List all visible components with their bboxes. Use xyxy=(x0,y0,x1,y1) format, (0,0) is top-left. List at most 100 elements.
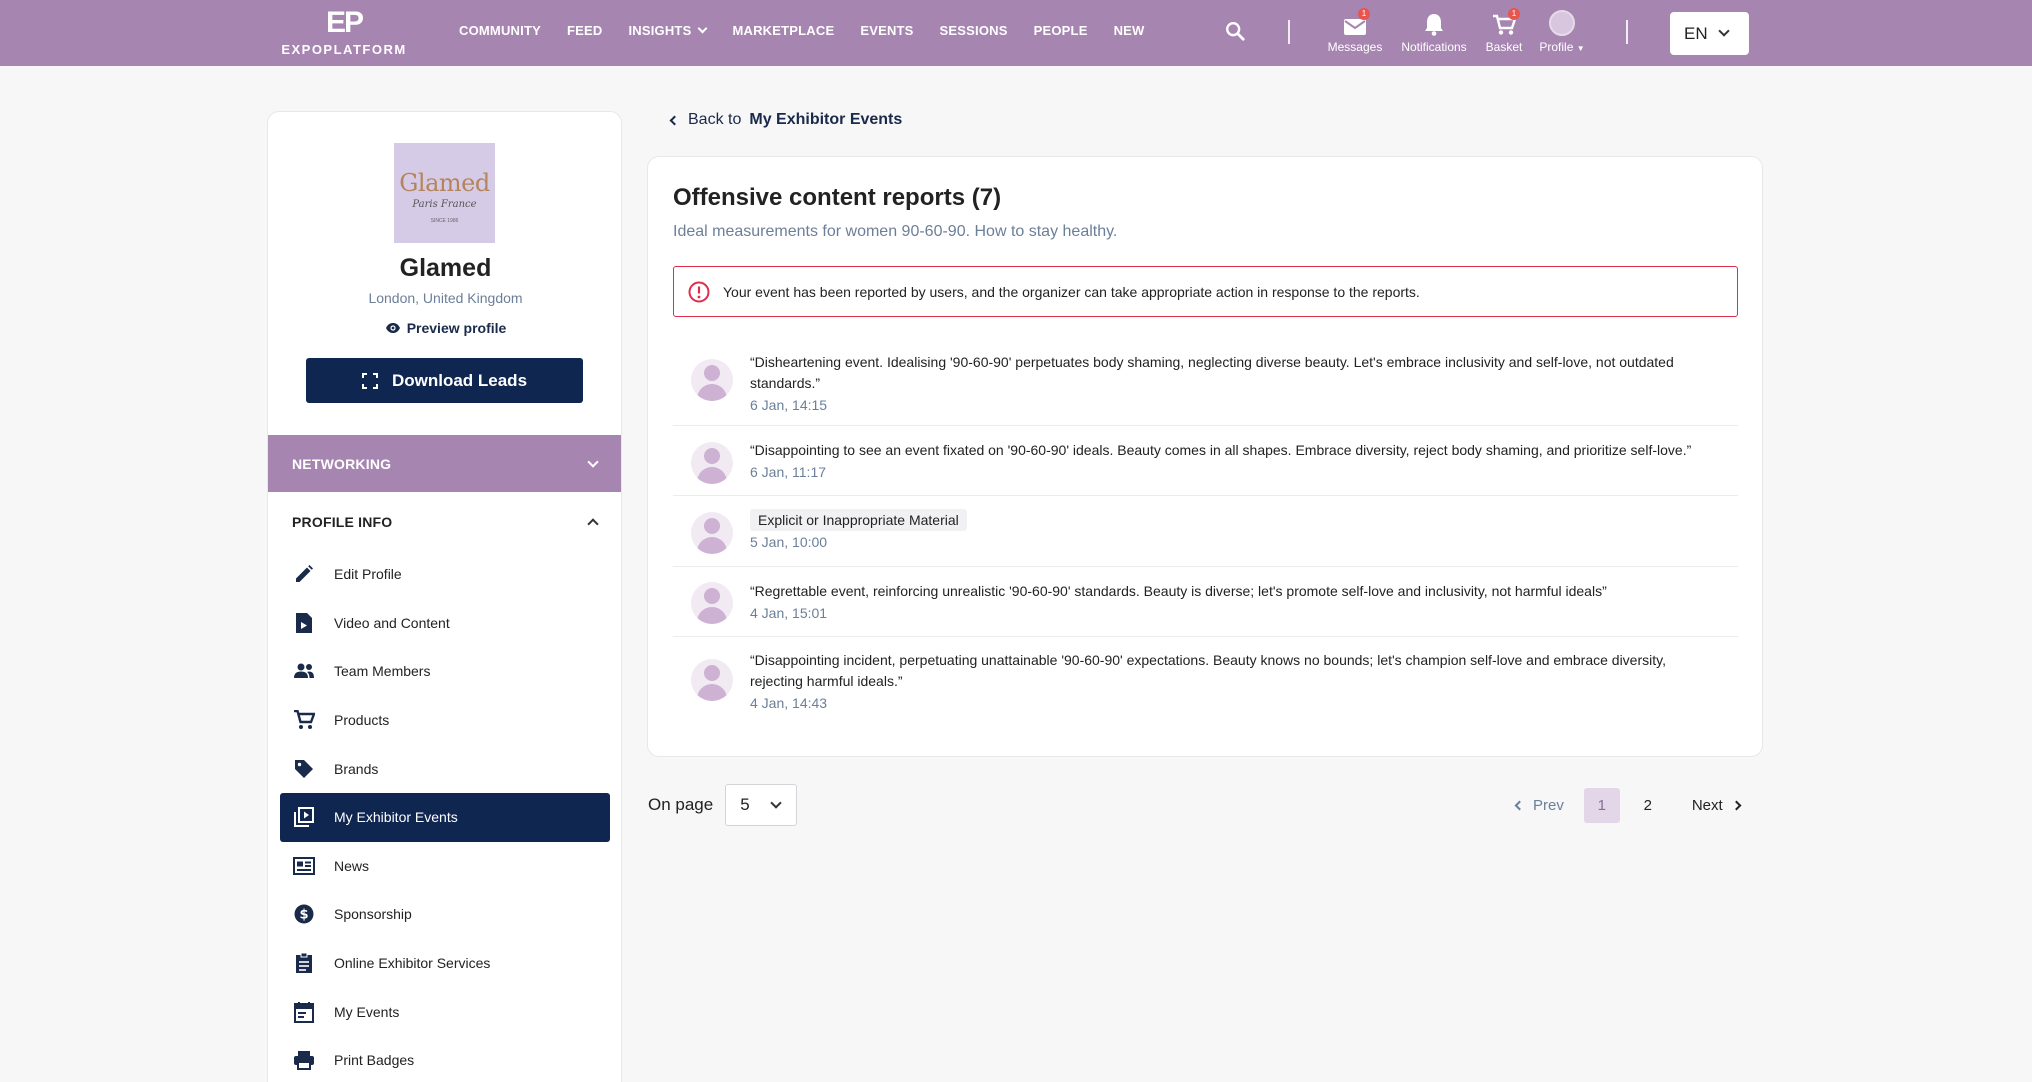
back-link[interactable]: Back to My Exhibitor Events xyxy=(669,111,903,129)
sidebar-item-team-members[interactable]: Team Members xyxy=(280,647,610,696)
sidebar-item-my-exhibitor-events[interactable]: My Exhibitor Events xyxy=(280,792,610,842)
report-date: 6 Jan, 11:17 xyxy=(750,464,827,480)
video-file-icon xyxy=(293,612,315,634)
nav-insights[interactable]: INSIGHTS xyxy=(628,22,708,38)
logo-script: Paris France xyxy=(412,199,477,210)
download-leads-button[interactable]: Download Leads xyxy=(306,358,583,403)
report-date: 4 Jan, 14:43 xyxy=(750,695,828,711)
report-text: “Disheartening event. Idealising '90-60-… xyxy=(750,354,1674,391)
preview-profile-link[interactable]: Preview profile xyxy=(268,320,621,336)
sidebar-item-label: Video and Content xyxy=(334,614,450,631)
nav-people[interactable]: PEOPLE xyxy=(1034,23,1088,38)
reporter-avatar xyxy=(691,659,733,701)
sidebar-item-label: Products xyxy=(334,712,390,729)
networking-label: NETWORKING xyxy=(292,455,392,472)
back-prefix: Back to xyxy=(688,111,742,128)
sidebar-item-print-badges[interactable]: Print Badges xyxy=(280,1036,610,1082)
next-page-button[interactable]: Next xyxy=(1691,797,1742,814)
messages-badge: 1 xyxy=(1358,8,1370,20)
avatar xyxy=(1549,10,1575,36)
report-item: “Disappointing to see an event fixated o… xyxy=(673,426,1738,496)
nav-insights-label: INSIGHTS xyxy=(628,22,692,38)
report-list: “Disheartening event. Idealising '90-60-… xyxy=(673,342,1738,723)
printer-icon xyxy=(293,1049,315,1071)
networking-section-toggle[interactable]: NETWORKING xyxy=(268,435,621,492)
sidebar-item-label: Team Members xyxy=(334,663,431,680)
bell-icon xyxy=(1425,14,1443,36)
sidebar-item-label: Sponsorship xyxy=(334,906,412,923)
sidebar-item-brands[interactable]: Brands xyxy=(280,744,610,793)
next-label: Next xyxy=(1691,797,1723,814)
nav-new[interactable]: NEW xyxy=(1114,23,1145,38)
reporter-avatar xyxy=(691,512,733,554)
people-icon xyxy=(293,660,315,682)
logo-mark: EP xyxy=(325,6,364,39)
event-title: Ideal measurements for women 90-60-90. H… xyxy=(673,223,1118,240)
sidebar-item-label: My Events xyxy=(334,1003,400,1020)
main-nav: COMMUNITY FEED INSIGHTS MARKETPLACE EVEN… xyxy=(459,0,1171,60)
report-item: “Disappointing incident, perpetuating un… xyxy=(673,637,1738,723)
sidebar-item-my-events[interactable]: My Events xyxy=(280,987,610,1036)
logo-word: Glamed xyxy=(399,169,490,197)
per-page-select[interactable]: 5 xyxy=(725,784,798,826)
chevron-down-icon xyxy=(698,23,708,33)
on-page-label: On page xyxy=(648,795,714,814)
pencil-icon xyxy=(293,563,315,585)
company-name: Glamed xyxy=(399,254,492,282)
nav-feed[interactable]: FEED xyxy=(567,23,602,38)
profile-info-section-toggle[interactable]: PROFILE INFO xyxy=(268,493,621,550)
calendar-icon xyxy=(293,1001,315,1023)
nav-events[interactable]: EVENTS xyxy=(860,23,913,38)
sidebar-item-news[interactable]: News xyxy=(280,842,610,891)
logo-since: SINCE 1986 xyxy=(430,218,459,224)
back-target: My Exhibitor Events xyxy=(749,111,903,128)
search-icon[interactable] xyxy=(1224,20,1246,42)
nav-sessions[interactable]: SESSIONS xyxy=(940,23,1008,38)
top-navigation-bar: EP EXPOPLATFORM COMMUNITY FEED INSIGHTS … xyxy=(0,0,2032,66)
pagination: Prev 1 2 Next xyxy=(1514,788,1742,823)
sidebar-item-edit-profile[interactable]: Edit Profile xyxy=(280,550,610,599)
report-alert: Your event has been reported by users, a… xyxy=(673,266,1738,317)
language-value: EN xyxy=(1684,23,1708,43)
basket-button[interactable]: 1 Basket xyxy=(1484,8,1524,54)
sidebar-item-online-exhibitor-services[interactable]: Online Exhibitor Services xyxy=(280,939,610,988)
nav-marketplace[interactable]: MARKETPLACE xyxy=(732,23,834,38)
messages-button[interactable]: 1 Messages xyxy=(1327,8,1383,54)
nav-community[interactable]: COMMUNITY xyxy=(459,23,541,38)
report-date: 6 Jan, 14:15 xyxy=(750,397,828,413)
language-select[interactable]: EN xyxy=(1670,12,1749,55)
per-page-control: On page 5 xyxy=(648,784,798,826)
chevron-down-icon xyxy=(587,455,599,468)
sidebar-item-label: Print Badges xyxy=(334,1052,415,1069)
expoplatform-logo[interactable]: EP EXPOPLATFORM xyxy=(278,6,410,58)
sidebar-item-label: My Exhibitor Events xyxy=(334,809,458,826)
sidebar-item-label: Brands xyxy=(334,760,379,777)
report-item: “Regrettable event, reinforcing unrealis… xyxy=(673,567,1738,637)
sidebar-item-video-and-content[interactable]: Video and Content xyxy=(280,599,610,648)
envelope-icon xyxy=(1344,19,1366,35)
page-button-1[interactable]: 1 xyxy=(1583,788,1620,823)
chevron-down-icon: ▼ xyxy=(1576,44,1585,53)
prev-page-button[interactable]: Prev xyxy=(1514,797,1564,814)
sidebar-item-sponsorship[interactable]: $ Sponsorship xyxy=(280,890,610,939)
reports-card: Offensive content reports (7) Ideal meas… xyxy=(647,156,1763,757)
reporter-avatar xyxy=(691,582,733,624)
profile-info-label: PROFILE INFO xyxy=(292,513,393,530)
report-item: “Disheartening event. Idealising '90-60-… xyxy=(673,342,1738,426)
sidebar-item-products[interactable]: Products xyxy=(280,696,610,745)
alert-circle-icon xyxy=(688,281,710,302)
notifications-label: Notifications xyxy=(1401,40,1467,54)
play-library-icon xyxy=(293,806,315,828)
page-button-2[interactable]: 2 xyxy=(1630,788,1666,823)
page-title: Offensive content reports (7) xyxy=(673,184,1002,211)
eye-icon xyxy=(385,323,400,333)
news-icon xyxy=(293,855,315,877)
notifications-button[interactable]: Notifications xyxy=(1397,10,1471,54)
report-item: Explicit or Inappropriate Material 5 Jan… xyxy=(673,496,1738,567)
profile-label-text: Profile xyxy=(1539,40,1574,54)
dollar-icon: $ xyxy=(293,903,315,925)
header-divider xyxy=(1626,20,1628,44)
profile-menu-button[interactable]: Profile ▼ xyxy=(1536,10,1588,54)
company-logo: Glamed Paris France SINCE 1986 xyxy=(394,143,495,243)
scan-icon xyxy=(361,372,378,389)
